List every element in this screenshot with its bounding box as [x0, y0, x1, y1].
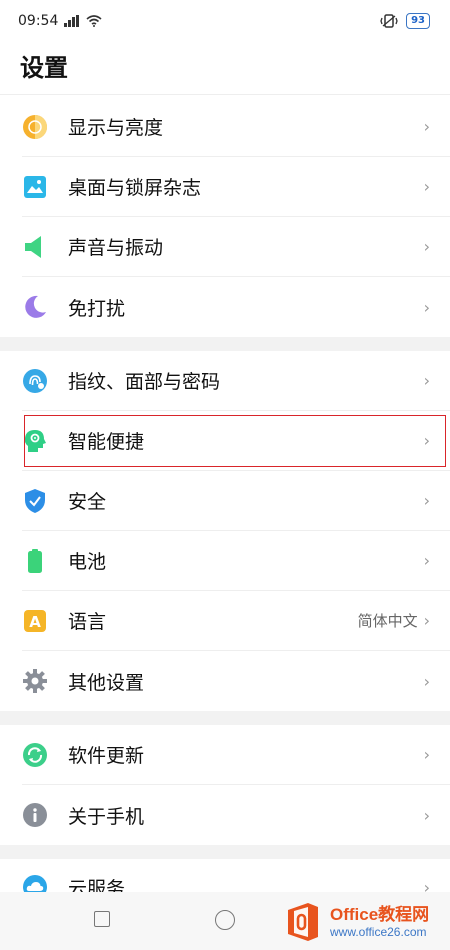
settings-item-fingerprint[interactable]: 指纹、面部与密码 ›	[22, 351, 450, 411]
moon-icon	[22, 294, 48, 320]
settings-item-label: 安全	[68, 491, 107, 513]
settings-group-2: 指纹、面部与密码 › 智能便捷 › 安全 › 电池 › A 语言 简体中文 › …	[0, 351, 450, 711]
shield-icon	[22, 488, 48, 514]
settings-item-smart[interactable]: 智能便捷 ›	[22, 411, 450, 471]
wifi-icon	[86, 15, 102, 27]
settings-item-label: 智能便捷	[68, 431, 145, 453]
group-separator	[0, 711, 450, 725]
status-bar: 09:54 93	[0, 0, 450, 42]
settings-item-sound[interactable]: 声音与振动 ›	[22, 217, 450, 277]
group-separator	[0, 337, 450, 351]
language-value: 简体中文	[357, 612, 418, 630]
chevron-right-icon: ›	[423, 431, 430, 450]
settings-group-3: 软件更新 › 关于手机 ›	[0, 725, 450, 845]
info-icon	[22, 802, 48, 828]
wallpaper-icon	[22, 174, 48, 200]
status-right: 93	[380, 13, 430, 29]
chevron-right-icon: ›	[423, 611, 430, 630]
fingerprint-face-icon	[22, 368, 48, 394]
settings-group-4: 云服务 ›	[0, 859, 450, 892]
office-logo-icon	[288, 903, 318, 941]
language-icon: A	[22, 608, 48, 634]
recent-apps-button[interactable]	[94, 911, 110, 927]
home-button[interactable]	[215, 910, 235, 930]
vibrate-icon	[380, 14, 398, 28]
watermark: Office教程网 www.office26.com	[284, 898, 450, 946]
watermark-text: Office教程网 www.office26.com	[330, 905, 429, 939]
settings-item-label: 指纹、面部与密码	[68, 371, 221, 393]
smart-head-icon	[22, 428, 48, 454]
watermark-url: www.office26.com	[330, 925, 427, 939]
status-left: 09:54	[18, 13, 102, 29]
chevron-right-icon: ›	[423, 491, 430, 510]
settings-item-about[interactable]: 关于手机 ›	[22, 785, 450, 845]
update-icon	[22, 742, 48, 768]
settings-item-other[interactable]: 其他设置 ›	[22, 651, 450, 711]
settings-item-cloud[interactable]: 云服务 ›	[22, 859, 450, 892]
settings-item-language[interactable]: A 语言 简体中文 ›	[22, 591, 450, 651]
settings-item-label: 电池	[68, 551, 107, 573]
gear-icon	[22, 668, 48, 694]
settings-group-1: 显示与亮度 › 桌面与锁屏杂志 › 声音与振动 › 免打扰 ›	[0, 97, 450, 337]
settings-item-label: 软件更新	[68, 745, 145, 767]
battery-level: 93	[406, 13, 430, 29]
chevron-right-icon: ›	[423, 297, 430, 317]
chevron-right-icon: ›	[423, 805, 430, 825]
chevron-right-icon: ›	[423, 745, 430, 764]
status-time: 09:54	[18, 13, 59, 29]
chevron-right-icon: ›	[423, 551, 430, 570]
chevron-right-icon: ›	[423, 117, 430, 136]
cloud-icon	[22, 874, 48, 892]
settings-item-dnd[interactable]: 免打扰 ›	[22, 277, 450, 337]
settings-item-wallpaper[interactable]: 桌面与锁屏杂志 ›	[22, 157, 450, 217]
settings-item-update[interactable]: 软件更新 ›	[22, 725, 450, 785]
settings-item-label: 桌面与锁屏杂志	[68, 177, 202, 199]
settings-item-security[interactable]: 安全 ›	[22, 471, 450, 531]
display-brightness-icon	[22, 114, 48, 140]
settings-item-battery[interactable]: 电池 ›	[22, 531, 450, 591]
settings-item-label: 其他设置	[68, 671, 145, 694]
chevron-right-icon: ›	[423, 177, 430, 196]
settings-item-label: 显示与亮度	[68, 117, 164, 139]
watermark-title: Office教程网	[330, 905, 430, 924]
settings-item-label: 云服务	[68, 877, 126, 893]
settings-item-display[interactable]: 显示与亮度 ›	[22, 97, 450, 157]
group-separator	[0, 845, 450, 859]
chevron-right-icon: ›	[423, 237, 430, 256]
settings-item-label: 声音与振动	[68, 237, 164, 259]
chevron-right-icon: ›	[423, 877, 430, 893]
settings-item-label: 语言	[68, 611, 107, 633]
page-title: 设置	[20, 54, 68, 82]
settings-item-label: 免打扰	[68, 297, 126, 320]
chevron-right-icon: ›	[423, 371, 430, 390]
header-divider	[0, 94, 450, 95]
signal-icon	[64, 15, 80, 27]
chevron-right-icon: ›	[423, 671, 430, 691]
svg-text:A: A	[29, 613, 41, 631]
speaker-icon	[22, 234, 48, 260]
settings-item-label: 关于手机	[68, 805, 145, 828]
battery-icon	[22, 548, 48, 574]
